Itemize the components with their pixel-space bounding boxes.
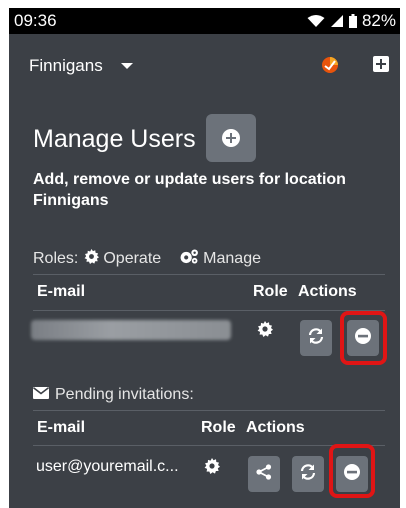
add-location-icon[interactable] bbox=[373, 56, 389, 72]
app-logo-icon[interactable] bbox=[321, 56, 339, 79]
wifi-icon bbox=[307, 14, 325, 28]
column-header-actions: Actions bbox=[298, 283, 357, 300]
column-header-email: E-mail bbox=[37, 419, 86, 436]
highlight-box bbox=[329, 444, 375, 498]
change-role-button[interactable] bbox=[300, 320, 332, 356]
highlight-box bbox=[340, 311, 387, 365]
page-description: Add, remove or update users for location… bbox=[33, 171, 346, 209]
column-header-role: Role bbox=[201, 419, 236, 436]
sync-icon bbox=[299, 463, 317, 486]
battery-icon bbox=[348, 14, 357, 28]
column-header-email: E-mail bbox=[37, 283, 86, 300]
add-user-button[interactable] bbox=[206, 114, 256, 162]
share-invite-button[interactable] bbox=[248, 456, 280, 492]
page-title: Manage Users bbox=[33, 125, 196, 153]
gear-icon bbox=[84, 249, 100, 269]
column-header-actions: Actions bbox=[246, 419, 305, 436]
pending-invitations-text: Pending invitations: bbox=[55, 386, 194, 403]
sync-icon bbox=[307, 327, 325, 350]
app-bar: Finnigans bbox=[9, 34, 400, 94]
change-role-button[interactable] bbox=[292, 456, 324, 492]
status-bar: 09:36 82% bbox=[9, 8, 400, 34]
location-name: Finnigans bbox=[29, 56, 103, 75]
role-operate-label: Operate bbox=[103, 250, 162, 267]
gear-icon bbox=[257, 321, 273, 342]
divider bbox=[33, 274, 385, 275]
envelope-icon bbox=[33, 386, 49, 404]
role-manage-label: Manage bbox=[203, 250, 261, 267]
invite-email: user@youremail.c... bbox=[36, 458, 179, 475]
battery-percent: 82% bbox=[361, 11, 396, 30]
divider bbox=[33, 410, 385, 411]
plus-circle-icon bbox=[222, 129, 240, 147]
gear-icon bbox=[204, 458, 220, 479]
roles-label: Roles: bbox=[33, 250, 79, 267]
share-icon bbox=[256, 463, 272, 485]
user-email-redacted bbox=[31, 320, 231, 340]
caret-down-icon bbox=[120, 63, 133, 69]
app-screen: 09:36 82% Finnigans Manage Users Add, re… bbox=[9, 8, 400, 508]
roles-legend: Roles: Operate Manage bbox=[33, 249, 261, 269]
location-selector[interactable]: Finnigans bbox=[29, 56, 133, 76]
pending-invitations-label: Pending invitations: bbox=[33, 386, 194, 404]
status-time: 09:36 bbox=[14, 11, 57, 30]
gears-icon bbox=[179, 249, 199, 269]
signal-icon bbox=[330, 14, 344, 28]
column-header-role: Role bbox=[253, 283, 288, 300]
divider bbox=[33, 310, 385, 311]
